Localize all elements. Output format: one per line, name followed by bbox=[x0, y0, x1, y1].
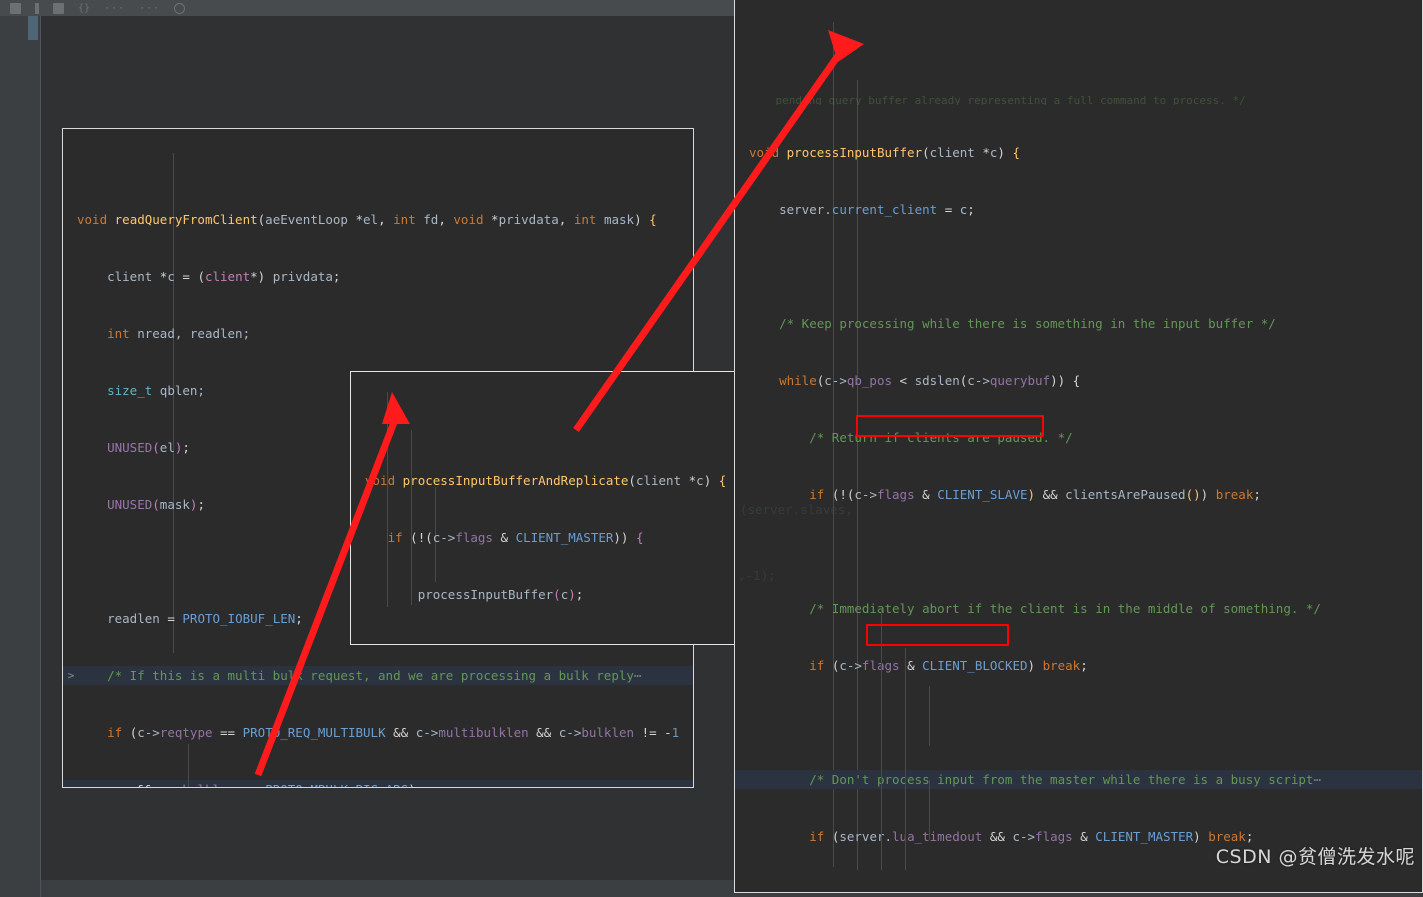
project-sidebar[interactable] bbox=[0, 16, 40, 897]
highlight-box-process-command bbox=[866, 624, 1009, 646]
panel-process-input-buffer[interactable]: pending query buffer already representin… bbox=[734, 0, 1423, 893]
background-dim-text-right-2: ,-1); bbox=[738, 568, 776, 583]
dots2-icon[interactable]: ··· bbox=[139, 3, 160, 14]
refresh-icon[interactable] bbox=[174, 2, 186, 14]
background-dim-text-right: (server.slaves, bbox=[740, 502, 853, 517]
dots-icon[interactable]: ··· bbox=[104, 3, 125, 14]
fold-arrow-icon[interactable]: > bbox=[65, 780, 77, 787]
sidebar-divider bbox=[40, 16, 41, 897]
square-icon[interactable] bbox=[53, 2, 64, 14]
screenshot-root: {} ··· ··· void readQueryFromClient(aeEv… bbox=[0, 0, 1423, 897]
fold-arrow-icon[interactable]: > bbox=[65, 666, 77, 685]
csdn-watermark: CSDN @贫僧洗发水呢 bbox=[1215, 846, 1415, 868]
bar-icon[interactable] bbox=[35, 2, 39, 14]
braces-icon[interactable]: {} bbox=[78, 3, 90, 14]
panel-icon[interactable] bbox=[10, 2, 21, 14]
code-process-input-buffer-and-replicate: void processInputBufferAndReplicate(clie… bbox=[351, 372, 737, 644]
highlight-box-process-inline-buffer bbox=[856, 415, 1044, 437]
sidebar-tab-marker[interactable] bbox=[28, 16, 38, 40]
panel-process-input-buffer-and-replicate[interactable]: void processInputBufferAndReplicate(clie… bbox=[350, 371, 738, 645]
code-process-input-buffer: pending query buffer already representin… bbox=[735, 0, 1422, 892]
